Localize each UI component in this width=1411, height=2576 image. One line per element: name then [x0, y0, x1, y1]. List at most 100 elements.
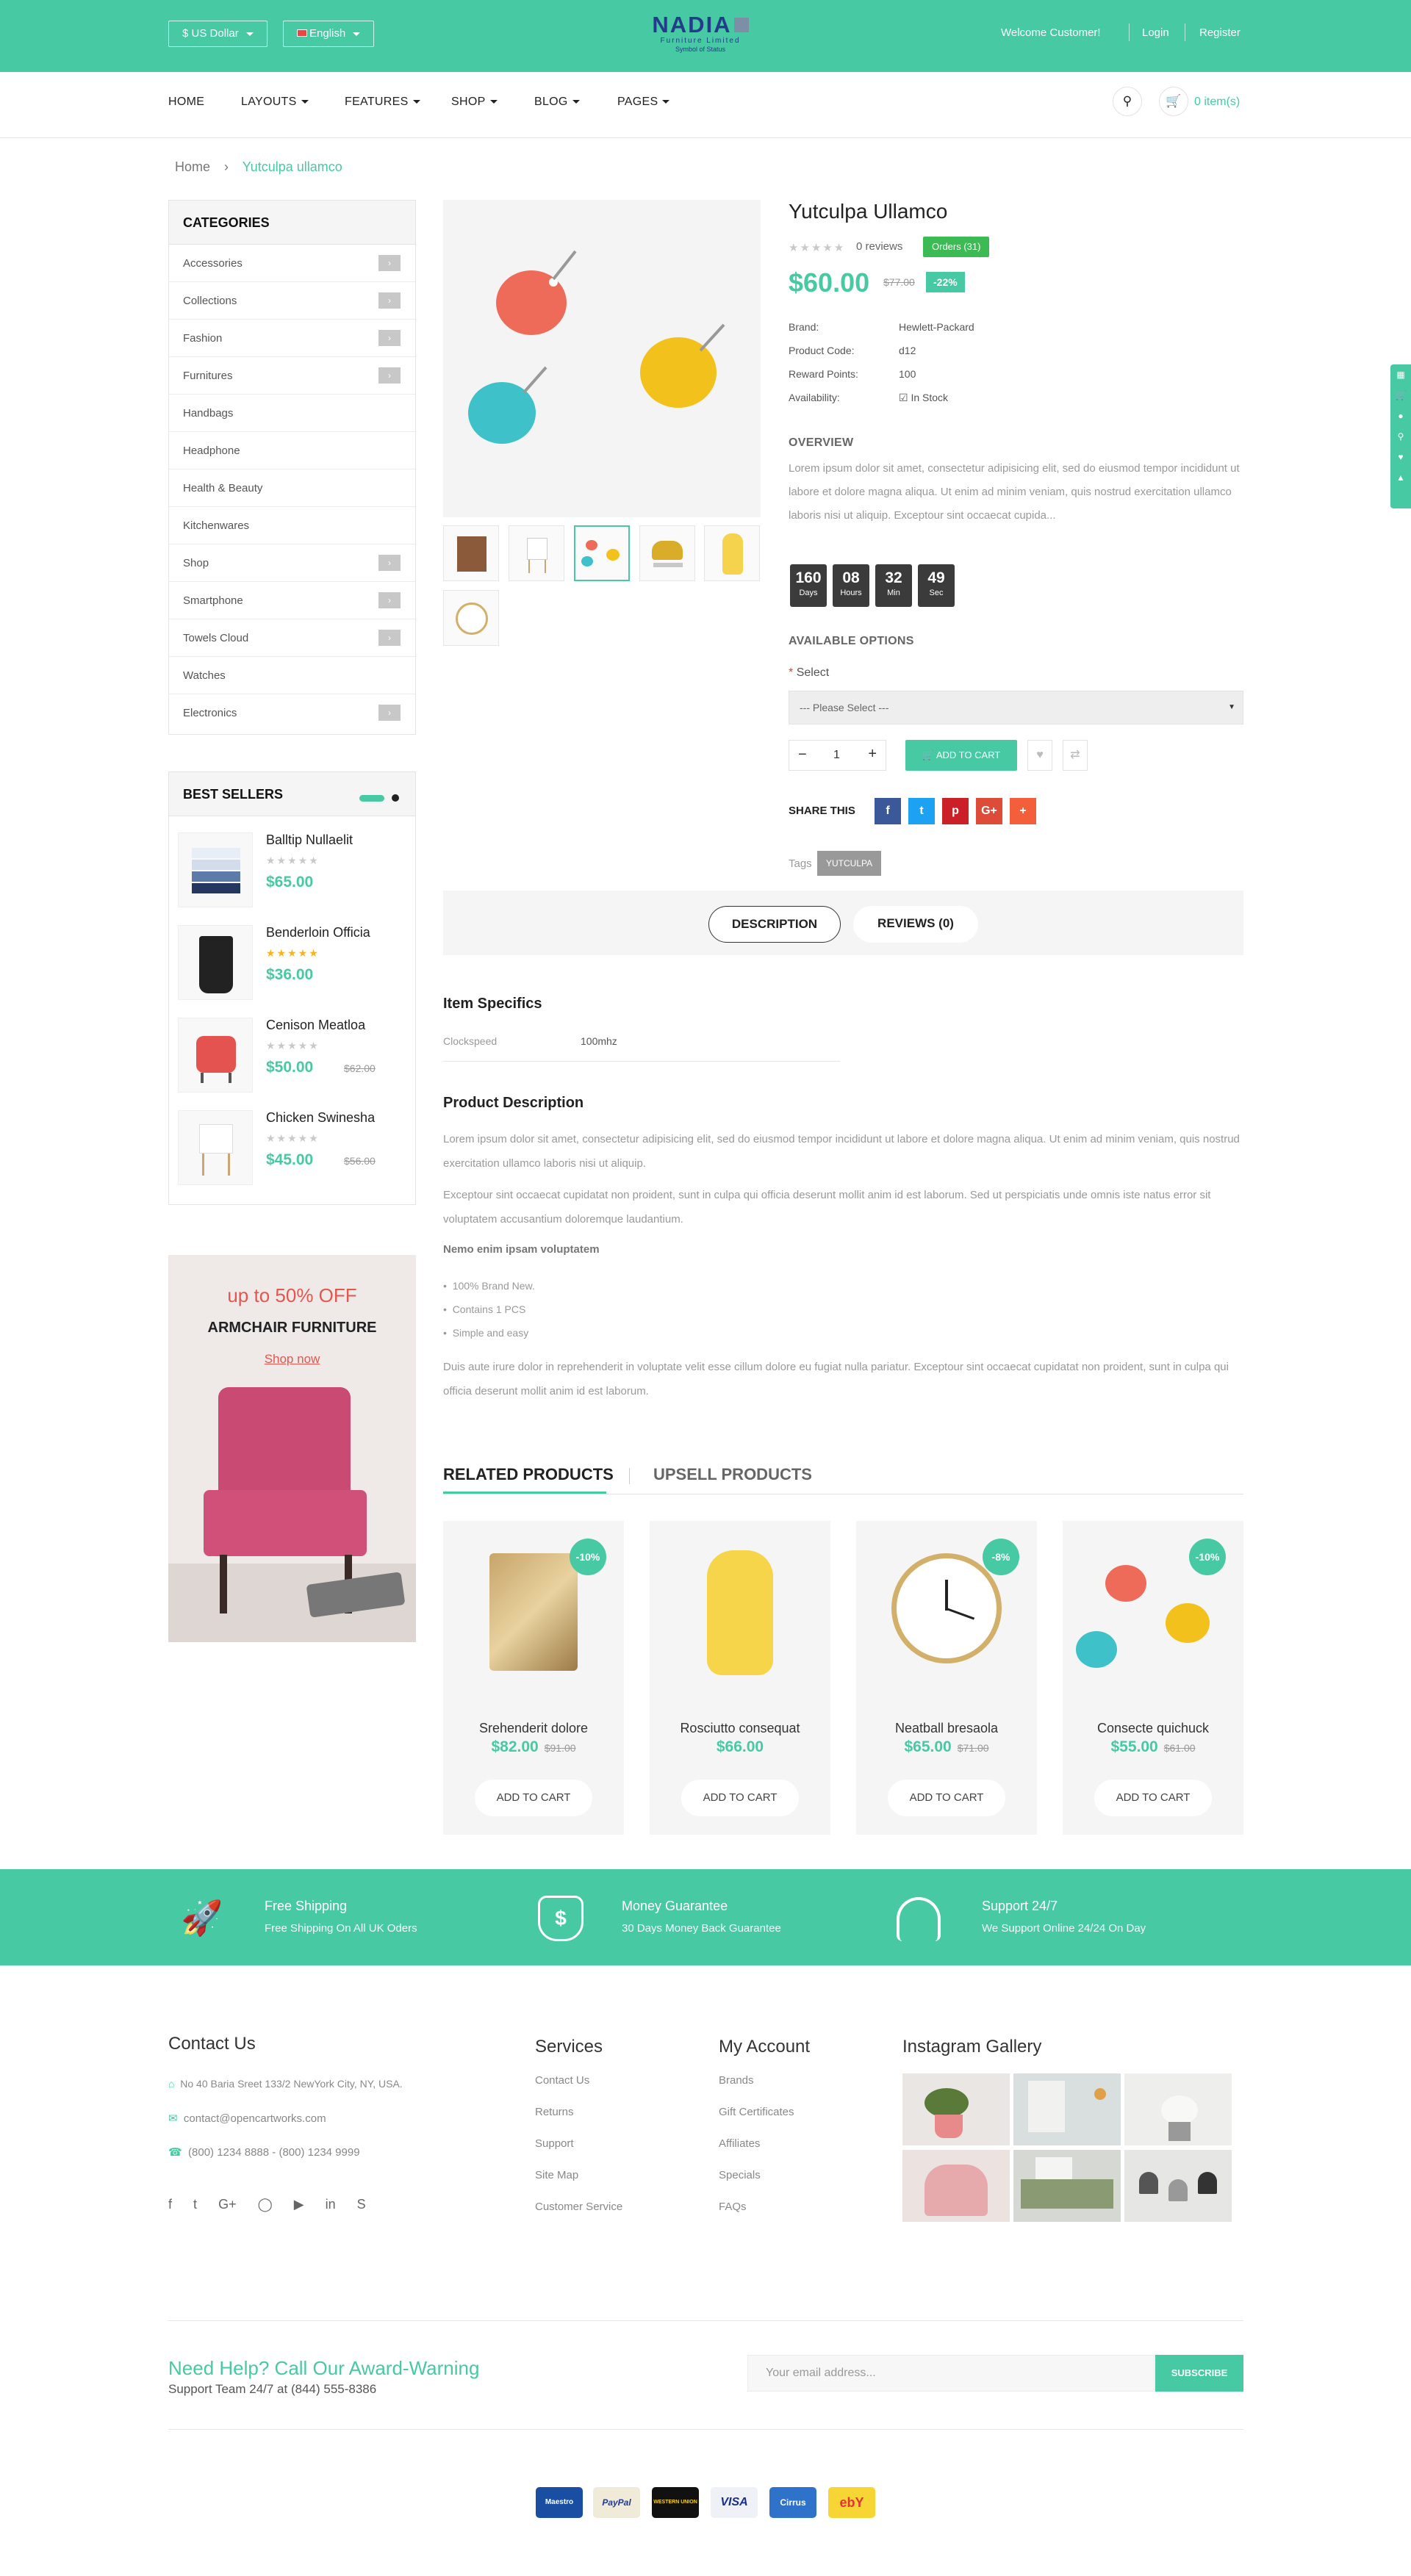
category-item[interactable]: Electronics › [169, 694, 415, 732]
nav-layouts[interactable]: LAYOUTS [241, 96, 309, 109]
twitter-icon[interactable]: t [193, 2197, 197, 2212]
category-item[interactable]: Collections › [169, 282, 415, 320]
instagram-photo[interactable] [1124, 2073, 1232, 2145]
category-item[interactable]: Fashion › [169, 320, 415, 357]
language-dropdown[interactable]: English [283, 21, 375, 47]
category-item[interactable]: Smartphone › [169, 582, 415, 619]
product-name[interactable]: Neatball bresaola [856, 1721, 1037, 1736]
product-image[interactable] [650, 1521, 830, 1697]
thumbnail[interactable] [509, 525, 564, 581]
minus-icon[interactable]: − [798, 746, 807, 763]
google-plus-icon[interactable]: G+ [976, 798, 1002, 824]
plus-icon[interactable]: › [378, 705, 401, 721]
category-item[interactable]: Shop › [169, 544, 415, 582]
best-seller-item[interactable]: Chicken Swinesha ★★★★★ $45.00 $56.00 [178, 1103, 406, 1187]
tab-related-products[interactable]: RELATED PRODUCTS [443, 1465, 614, 1484]
google-plus-icon[interactable]: G+ [218, 2197, 237, 2212]
heart-icon[interactable]: ♥ [1390, 447, 1411, 467]
search-icon[interactable]: ⚲ [1113, 87, 1142, 116]
tag-link[interactable]: YUTCULPA [817, 851, 882, 876]
instagram-photo[interactable] [1124, 2150, 1232, 2222]
best-seller-item[interactable]: Benderloin Officia ★★★★★ $36.00 [178, 918, 406, 1002]
add-to-cart-button[interactable]: ADD TO CART [681, 1780, 799, 1816]
pinterest-icon[interactable]: ◯ [258, 2197, 273, 2212]
tab-description[interactable]: DESCRIPTION [708, 906, 841, 943]
product-card[interactable]: -8% Neatball bresaola $65.00 $71.00 ADD T… [856, 1521, 1037, 1835]
brand-link[interactable]: Hewlett-Packard [899, 321, 974, 333]
cart-icon[interactable]: 🛒 [1159, 87, 1188, 116]
product-card[interactable]: Rosciutto consequat $66.00 ADD TO CART [650, 1521, 830, 1835]
category-item[interactable]: Accessories › [169, 245, 415, 282]
plus-icon[interactable]: › [378, 255, 401, 271]
thumbnail[interactable] [639, 525, 695, 581]
product-card[interactable]: -10% Consecte quichuck $55.00 $61.00 ADD … [1063, 1521, 1243, 1835]
product-image[interactable] [178, 925, 253, 1000]
plus-icon[interactable]: › [378, 592, 401, 608]
footer-link[interactable]: Returns [535, 2106, 574, 2118]
thumbnail[interactable] [443, 590, 499, 646]
carousel-dots[interactable] [359, 790, 399, 805]
currency-dropdown[interactable]: $ US Dollar [168, 21, 268, 47]
shop-now-link[interactable]: Shop now [168, 1352, 416, 1367]
product-name[interactable]: Chicken Swinesha [266, 1110, 375, 1126]
plus-icon[interactable]: + [868, 746, 877, 763]
twitter-icon[interactable]: t [908, 798, 935, 824]
add-to-cart-button[interactable]: ADD TO CART [475, 1780, 592, 1816]
product-name[interactable]: Benderloin Officia [266, 925, 370, 940]
best-seller-item[interactable]: Balltip Nullaelit ★★★★★ $65.00 [178, 825, 406, 910]
promo-banner[interactable]: up to 50% OFF ARMCHAIR FURNITURE Shop no… [168, 1255, 416, 1642]
footer-link[interactable]: Support [535, 2137, 574, 2150]
subscribe-button[interactable]: SUBSCRIBE [1155, 2355, 1243, 2392]
add-share-icon[interactable]: + [1010, 798, 1036, 824]
plus-icon[interactable]: › [378, 630, 401, 646]
category-item[interactable]: Kitchenwares [169, 507, 415, 544]
product-image[interactable] [178, 1110, 253, 1185]
cart-count[interactable]: 0 item(s) [1194, 96, 1240, 109]
quantity-input[interactable]: 1 [833, 749, 840, 762]
nav-pages[interactable]: PAGES [617, 96, 670, 109]
register-link[interactable]: Register [1199, 26, 1241, 39]
grid-icon[interactable]: ▦ [1390, 364, 1411, 385]
tab-upsell-products[interactable]: UPSELL PRODUCTS [653, 1465, 812, 1484]
add-to-cart-button[interactable]: ADD TO CART [1094, 1780, 1212, 1816]
linkedin-icon[interactable]: in [326, 2197, 336, 2212]
instagram-photo[interactable] [1013, 2073, 1121, 2145]
product-card[interactable]: -10% Srehenderit dolore $82.00 $91.00 ADD… [443, 1521, 624, 1835]
instagram-photo[interactable] [902, 2073, 1010, 2145]
breadcrumb-home[interactable]: Home [175, 159, 210, 174]
footer-link[interactable]: Gift Certificates [719, 2106, 794, 2118]
logo[interactable]: NADIA Furniture Limited Symbol of Status [631, 13, 770, 54]
tab-reviews[interactable]: REVIEWS (0) [853, 906, 978, 943]
plus-icon[interactable]: › [378, 555, 401, 571]
add-to-cart-button[interactable]: ADD TO CART [888, 1780, 1005, 1816]
footer-link[interactable]: Specials [719, 2169, 761, 2181]
cart-icon[interactable]: 🛒 [1390, 385, 1411, 406]
nav-features[interactable]: FEATURES [345, 96, 420, 109]
instagram-photo[interactable] [902, 2150, 1010, 2222]
product-name[interactable]: Balltip Nullaelit [266, 832, 353, 848]
product-image[interactable] [178, 1018, 253, 1093]
login-link[interactable]: Login [1142, 26, 1169, 39]
category-item[interactable]: Health & Beauty [169, 469, 415, 507]
thumbnail[interactable] [704, 525, 760, 581]
main-product-image[interactable] [443, 200, 761, 517]
email[interactable]: ✉ contact@opencartworks.com [168, 2112, 326, 2125]
footer-link[interactable]: Contact Us [535, 2074, 589, 2087]
product-name[interactable]: Consecte quichuck [1063, 1721, 1243, 1736]
category-item[interactable]: Headphone [169, 432, 415, 469]
facebook-icon[interactable]: f [875, 798, 901, 824]
thumbnail[interactable] [574, 525, 630, 581]
reviews-link[interactable]: 0 reviews [856, 240, 902, 253]
best-seller-item[interactable]: Cenison Meatloa ★★★★★ $50.00 $62.00 [178, 1010, 406, 1095]
plus-icon[interactable]: › [378, 292, 401, 309]
category-item[interactable]: Furnitures › [169, 357, 415, 395]
plus-icon[interactable]: › [378, 367, 401, 384]
category-item[interactable]: Handbags [169, 395, 415, 432]
product-image[interactable] [178, 832, 253, 907]
product-name[interactable]: Rosciutto consequat [650, 1721, 830, 1736]
instagram-photo[interactable] [1013, 2150, 1121, 2222]
nav-blog[interactable]: BLOG [534, 96, 580, 109]
wishlist-heart-icon[interactable]: ♥ [1027, 740, 1052, 771]
plus-icon[interactable]: › [378, 330, 401, 346]
newsletter-email-input[interactable]: Your email address... [747, 2355, 1155, 2392]
